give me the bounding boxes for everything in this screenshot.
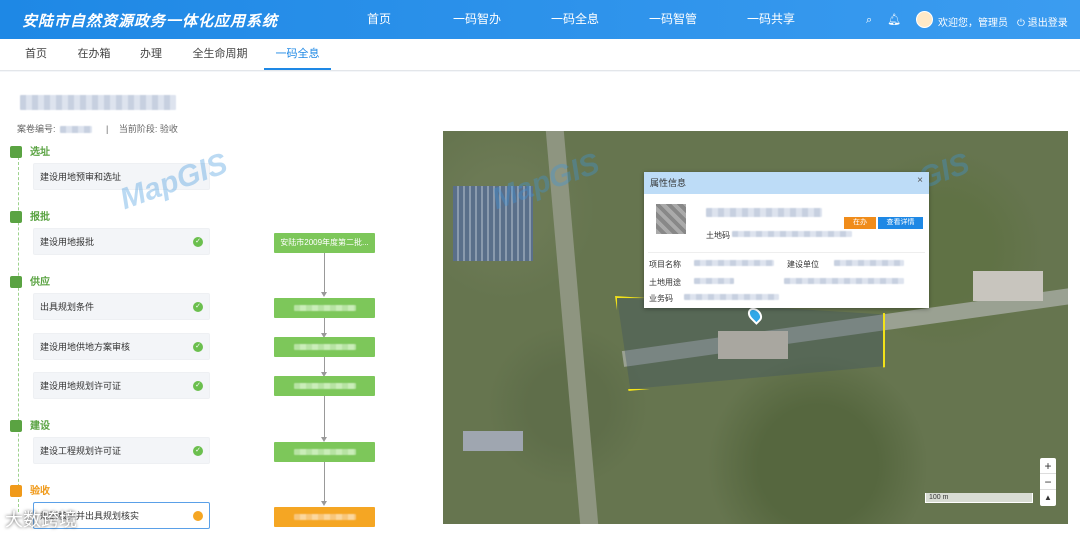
tab-handle[interactable]: 办理 [133, 39, 169, 70]
land-code-label: 土地码 [706, 231, 730, 240]
close-icon[interactable]: × [917, 175, 923, 186]
project-name-redacted [694, 260, 774, 266]
supply-icon [10, 276, 22, 289]
logout-button[interactable]: ⏻ 退出登录 [1017, 14, 1068, 29]
business-code-redacted [684, 294, 779, 300]
tab-inbox[interactable]: 在办箱 [72, 39, 116, 70]
check-icon: ✓ [193, 342, 203, 352]
flow-arrow [321, 292, 327, 297]
logout-icon: ⏻ [1017, 18, 1028, 29]
building-icon [10, 420, 22, 433]
stage-label: 当前阶段: [118, 124, 158, 134]
bell-icon[interactable]: 🔔︎ [887, 13, 901, 26]
search-icon[interactable]: ⌕ [866, 14, 872, 27]
logout-label: 退出登录 [1027, 18, 1068, 29]
view-detail-button[interactable]: 查看详情 [878, 217, 923, 229]
flow-node-6[interactable] [274, 507, 375, 527]
phase-supply: 供应 [10, 273, 50, 289]
status-badge[interactable]: 在办 [844, 217, 876, 229]
nav-holographic[interactable]: 一码全息 [526, 0, 624, 39]
flow-node-5[interactable] [274, 442, 375, 462]
flow-node-1[interactable]: 安陆市2009年度第二批... [274, 233, 375, 253]
flow-connector [324, 462, 325, 502]
extra-redacted [784, 278, 904, 284]
case-title-redacted [20, 95, 176, 110]
step-4[interactable]: 建设用地供地方案审核 ✓ [33, 333, 210, 360]
builder-label: 建设单位 [787, 260, 819, 269]
stage-value: 验收 [159, 124, 178, 134]
case-info: 案卷编号: | 当前阶段: 验收 [17, 122, 178, 135]
map-building [718, 331, 788, 359]
project-name-label: 项目名称 [649, 260, 681, 269]
nav-home[interactable]: 首页 [330, 0, 428, 39]
app-title: 安陆市自然资源政务一体化应用系统 [22, 13, 279, 30]
check-icon: ✓ [193, 237, 203, 247]
top-icons: ⌕ 🔔︎ [866, 13, 913, 27]
flow-connector [324, 253, 325, 293]
step-2[interactable]: 建设用地报批 ✓ [33, 228, 210, 255]
land-use-label: 土地用途 [649, 278, 681, 287]
builder-redacted [834, 260, 904, 266]
top-header: 安陆市自然资源政务一体化应用系统 首页 一码智办 一码全息 一码智管 一码共享 … [0, 0, 1080, 39]
land-code-redacted [732, 231, 852, 237]
tab-lifecycle[interactable]: 全生命周期 [188, 39, 252, 70]
check-icon: ✓ [193, 446, 203, 456]
phase-site-selection: 选址 [10, 143, 50, 159]
check-icon: ✓ [193, 302, 203, 312]
popup-title: 属性信息 [644, 172, 929, 194]
case-separator: | [106, 124, 109, 134]
map-building [463, 431, 523, 451]
nav-share[interactable]: 一码共享 [722, 0, 820, 39]
step-3[interactable]: 出具规划条件 ✓ [33, 293, 210, 320]
acceptance-icon [10, 485, 22, 498]
phase-acceptance: 验收 [10, 482, 50, 498]
main-nav: 首页 一码智办 一码全息 一码智管 一码共享 [330, 0, 820, 39]
avatar[interactable] [916, 11, 933, 28]
nav-smart-handle[interactable]: 一码智办 [428, 0, 526, 39]
footer-watermark: 大数跨境 [5, 510, 77, 530]
sub-nav: 首页 在办箱 办理 全生命周期 一码全息 [0, 39, 1080, 71]
zoom-in-button[interactable]: + [1040, 458, 1056, 474]
map-building [973, 271, 1043, 301]
step-6[interactable]: 建设工程规划许可证 ✓ [33, 437, 210, 464]
flow-connector [324, 357, 325, 372]
flow-arrow [321, 501, 327, 506]
case-number-redacted [59, 126, 92, 134]
flow-node-3[interactable] [274, 337, 375, 357]
check-icon: ✓ [193, 381, 203, 391]
location-icon [10, 146, 22, 159]
compass-icon[interactable]: ▲ [1040, 490, 1056, 506]
map-zoom-control: + − ▲ [1040, 458, 1056, 506]
zoom-out-button[interactable]: − [1040, 474, 1056, 490]
attribute-popup: 属性信息 × 土地码 在办 查看详情 项目名称 建设单位 土地用途 业务码 [644, 172, 929, 308]
nav-smart-manage[interactable]: 一码智管 [624, 0, 722, 39]
project-thumbnail [656, 204, 686, 234]
land-use-redacted [694, 278, 734, 284]
flow-node-2[interactable] [274, 298, 375, 318]
flow-connector [324, 318, 325, 333]
tab-home[interactable]: 首页 [18, 39, 54, 70]
popup-divider [648, 252, 925, 253]
phase-approval: 报批 [10, 208, 50, 224]
business-code-label: 业务码 [649, 294, 673, 303]
step-5[interactable]: 建设用地规划许可证 ✓ [33, 372, 210, 399]
case-number-label: 案卷编号: [17, 124, 56, 134]
welcome-text: 欢迎您，管理员 [938, 18, 1008, 29]
flow-node-4[interactable] [274, 376, 375, 396]
map-scale-bar: 100 m [925, 493, 1033, 503]
in-progress-icon [193, 511, 203, 521]
tab-holographic[interactable]: 一码全息 [264, 39, 331, 70]
flow-connector [324, 396, 325, 437]
document-icon [10, 211, 22, 224]
phase-construction: 建设 [10, 417, 50, 433]
project-title-redacted [706, 208, 822, 217]
